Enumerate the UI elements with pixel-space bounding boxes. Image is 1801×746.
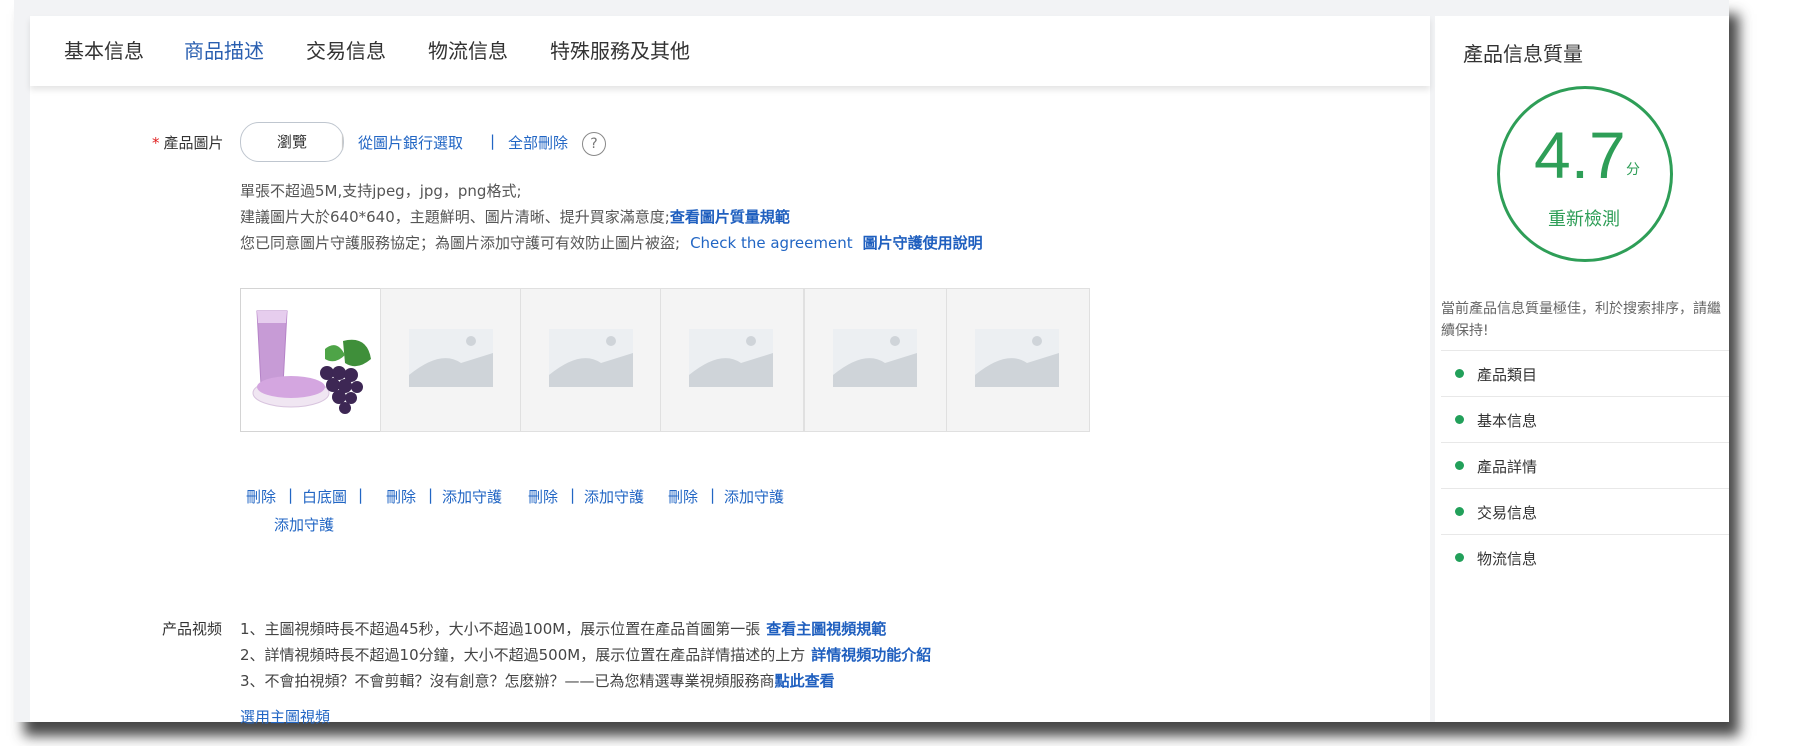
image-protection-note: 您已同意圖片守護服務協定；為圖片添加守護可有效防止圖片被盜; Check the … bbox=[240, 232, 983, 253]
action-separator: | bbox=[570, 486, 576, 504]
status-dot-icon bbox=[1455, 507, 1464, 516]
video-rule-2-text: 2、詳情視頻時長不超過10分鐘，大小不超過500M，展示位置在產品詳情描述的上方 bbox=[240, 646, 806, 664]
select-main-video-link[interactable]: 選用主圖視頻 bbox=[240, 706, 330, 727]
tab-logistics-info[interactable]: 物流信息 bbox=[428, 36, 508, 66]
image-placeholder-icon bbox=[975, 329, 1059, 387]
image-protection-guide-link[interactable]: 圖片守護使用說明 bbox=[863, 234, 983, 252]
select-from-image-bank-link[interactable]: 從圖片銀行選取 bbox=[358, 132, 463, 153]
recheck-button[interactable]: 重新檢測 bbox=[1548, 205, 1620, 231]
image-placeholder[interactable] bbox=[380, 288, 524, 432]
video-service-link[interactable]: 點此查看 bbox=[775, 672, 835, 690]
product-image-label: * 產品圖片 bbox=[152, 132, 224, 153]
tab-special-services[interactable]: 特殊服務及其他 bbox=[550, 36, 690, 66]
image-quality-spec-link[interactable]: 查看圖片質量規範 bbox=[670, 208, 790, 226]
action-separator: | bbox=[358, 486, 364, 504]
video-rule-3: 3、不會拍視頻？不會剪輯？沒有創意？怎麽辦？——已為您精選專業視頻服務商點此查看 bbox=[240, 670, 835, 691]
tab-bar: 基本信息 商品描述 交易信息 物流信息 特殊服務及其他 bbox=[30, 16, 1430, 86]
image-placeholder-icon bbox=[689, 329, 773, 387]
image-placeholder-icon bbox=[549, 329, 633, 387]
check-item-category: 產品類目 bbox=[1441, 350, 1729, 396]
delete-image-link[interactable]: 刪除 bbox=[386, 486, 416, 507]
image-format-note: 單張不超過5M,支持jpeg，jpg，png格式; bbox=[240, 182, 522, 200]
main-panel: 基本信息 商品描述 交易信息 物流信息 特殊服務及其他 * 產品圖片 瀏覽 | 從… bbox=[30, 16, 1430, 726]
quality-panel-title: 產品信息質量 bbox=[1463, 42, 1583, 66]
tab-product-description[interactable]: 商品描述 bbox=[184, 36, 264, 66]
check-item-label: 物流信息 bbox=[1477, 550, 1538, 568]
image-placeholder[interactable] bbox=[520, 288, 664, 432]
tab-trade-info[interactable]: 交易信息 bbox=[306, 36, 386, 66]
image-placeholder-icon bbox=[833, 329, 917, 387]
browse-button[interactable]: 瀏覽 bbox=[240, 122, 344, 162]
image-placeholder[interactable] bbox=[660, 288, 804, 432]
quality-score: 4.7 bbox=[1534, 118, 1626, 192]
separator: | bbox=[340, 132, 346, 150]
image-placeholder-icon bbox=[409, 329, 493, 387]
check-item-trade-info: 交易信息 bbox=[1441, 488, 1729, 534]
help-icon[interactable]: ? bbox=[582, 132, 606, 156]
image-size-note: 建議圖片大於640*640，主題鮮明、圖片清晰、提升買家滿意度;查看圖片質量規範 bbox=[240, 206, 790, 227]
check-item-logistics-info: 物流信息 bbox=[1441, 534, 1729, 580]
video-rule-1-text: 1、主圖視頻時長不超過45秒，大小不超過100M，展示位置在產品首圖第一張 bbox=[240, 620, 761, 638]
product-image-label-text: 產品圖片 bbox=[163, 134, 224, 152]
check-item-label: 產品詳情 bbox=[1477, 458, 1538, 476]
action-separator: | bbox=[710, 486, 716, 504]
image-placeholder[interactable] bbox=[946, 288, 1090, 432]
quality-panel: 產品信息質量 4.7 分 重新檢測 當前產品信息質量極佳，利於搜索排序，請繼續保… bbox=[1435, 16, 1729, 722]
product-image-thumbnail[interactable] bbox=[240, 288, 384, 432]
video-rule-3-text: 3、不會拍視頻？不會剪輯？沒有創意？怎麽辦？——已為您精選專業視頻服務商 bbox=[240, 672, 775, 690]
delete-all-link[interactable]: 全部刪除 bbox=[508, 132, 568, 153]
check-item-label: 基本信息 bbox=[1477, 412, 1538, 430]
status-dot-icon bbox=[1455, 553, 1464, 562]
separator: | bbox=[490, 132, 496, 150]
add-protection-link[interactable]: 添加守護 bbox=[274, 514, 334, 535]
delete-image-link[interactable]: 刪除 bbox=[528, 486, 558, 507]
main-video-spec-link[interactable]: 查看主圖視頻規範 bbox=[766, 620, 886, 638]
add-protection-link[interactable]: 添加守護 bbox=[584, 486, 644, 507]
image-size-note-text: 建議圖片大於640*640，主題鮮明、圖片清晰、提升買家滿意度; bbox=[240, 208, 670, 226]
quality-score-unit: 分 bbox=[1626, 162, 1640, 178]
add-protection-link[interactable]: 添加守護 bbox=[442, 486, 502, 507]
video-rule-1: 1、主圖視頻時長不超過45秒，大小不超過100M，展示位置在產品首圖第一張 查看主… bbox=[240, 618, 886, 639]
product-photo-icon bbox=[252, 310, 371, 414]
add-protection-link[interactable]: 添加守護 bbox=[724, 486, 784, 507]
delete-image-link[interactable]: 刪除 bbox=[246, 486, 276, 507]
image-protection-note-text: 您已同意圖片守護服務協定；為圖片添加守護可有效防止圖片被盜; bbox=[240, 234, 681, 252]
action-separator: | bbox=[288, 486, 294, 504]
check-agreement-link[interactable]: Check the agreement bbox=[690, 234, 853, 252]
required-mark: * bbox=[152, 134, 160, 152]
status-dot-icon bbox=[1455, 461, 1464, 470]
screenshot-frame: 基本信息 商品描述 交易信息 物流信息 特殊服務及其他 * 產品圖片 瀏覽 | 從… bbox=[14, 0, 1729, 726]
tab-basic-info[interactable]: 基本信息 bbox=[64, 36, 144, 66]
check-item-basic-info: 基本信息 bbox=[1441, 396, 1729, 442]
status-dot-icon bbox=[1455, 415, 1464, 424]
video-rule-2: 2、詳情視頻時長不超過10分鐘，大小不超過500M，展示位置在產品詳情描述的上方… bbox=[240, 644, 931, 665]
status-dot-icon bbox=[1455, 369, 1464, 378]
check-item-product-details: 產品詳情 bbox=[1441, 442, 1729, 488]
quality-score-ring: 4.7 分 重新檢測 bbox=[1497, 86, 1673, 262]
delete-image-link[interactable]: 刪除 bbox=[668, 486, 698, 507]
white-background-link[interactable]: 白底圖 bbox=[302, 486, 347, 507]
check-item-label: 產品類目 bbox=[1477, 366, 1538, 384]
check-item-label: 交易信息 bbox=[1477, 504, 1538, 522]
detail-video-intro-link[interactable]: 詳情視頻功能介紹 bbox=[811, 646, 931, 664]
image-placeholder[interactable] bbox=[804, 288, 948, 432]
product-video-label: 产品视频 bbox=[162, 620, 223, 638]
action-separator: | bbox=[428, 486, 434, 504]
quality-message: 當前產品信息質量極佳，利於搜索排序，請繼續保持! bbox=[1441, 301, 1721, 339]
